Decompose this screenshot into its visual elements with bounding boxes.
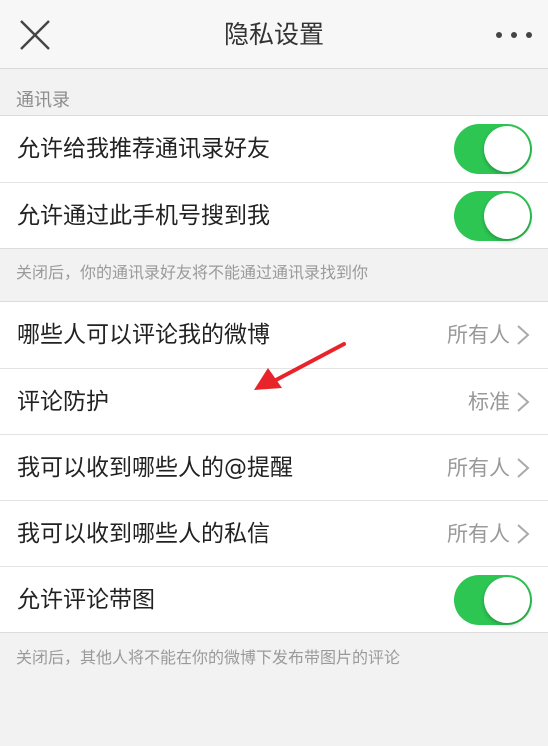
row-label: 我可以收到哪些人的@提醒	[17, 455, 293, 481]
row-value: 所有人	[447, 456, 510, 480]
row-private-messages[interactable]: 我可以收到哪些人的私信 所有人	[0, 500, 548, 566]
contacts-note: 关闭后，你的通讯录好友将不能通过通讯录找到你	[16, 263, 369, 282]
chevron-right-icon	[517, 325, 530, 345]
row-recommend-contacts[interactable]: 允许给我推荐通讯录好友	[0, 116, 548, 182]
row-value: 标准	[468, 390, 510, 414]
nav-bar: 隐私设置	[0, 0, 548, 69]
row-value: 所有人	[447, 522, 510, 546]
row-search-by-phone[interactable]: 允许通过此手机号搜到我	[0, 182, 548, 248]
row-label: 我可以收到哪些人的私信	[17, 521, 270, 547]
contacts-group: 允许给我推荐通讯录好友 允许通过此手机号搜到我	[0, 115, 548, 249]
row-label: 哪些人可以评论我的微博	[17, 322, 270, 348]
row-label: 允许评论带图	[17, 587, 155, 613]
chevron-right-icon	[517, 458, 530, 478]
row-value: 所有人	[447, 323, 510, 347]
chevron-right-icon	[517, 524, 530, 544]
image-comments-note: 关闭后，其他人将不能在你的微博下发布带图片的评论	[16, 648, 401, 667]
more-button[interactable]	[494, 18, 534, 52]
row-mention-notifications[interactable]: 我可以收到哪些人的@提醒 所有人	[0, 434, 548, 500]
annotation-arrow-icon	[254, 342, 346, 390]
row-allow-image-comments[interactable]: 允许评论带图	[0, 566, 548, 632]
row-label: 评论防护	[17, 389, 109, 415]
row-label: 允许给我推荐通讯录好友	[17, 136, 270, 162]
search-by-phone-toggle[interactable]	[454, 191, 532, 241]
section-label-contacts: 通讯录	[16, 90, 70, 111]
recommend-contacts-toggle[interactable]	[454, 124, 532, 174]
chevron-right-icon	[517, 392, 530, 412]
row-label: 允许通过此手机号搜到我	[17, 203, 270, 229]
toggle-knob	[484, 193, 530, 239]
toggle-knob	[484, 577, 530, 623]
more-dots-icon	[496, 32, 532, 38]
toggle-knob	[484, 126, 530, 172]
page-title: 隐私设置	[223, 20, 324, 49]
allow-image-comments-toggle[interactable]	[454, 575, 532, 625]
